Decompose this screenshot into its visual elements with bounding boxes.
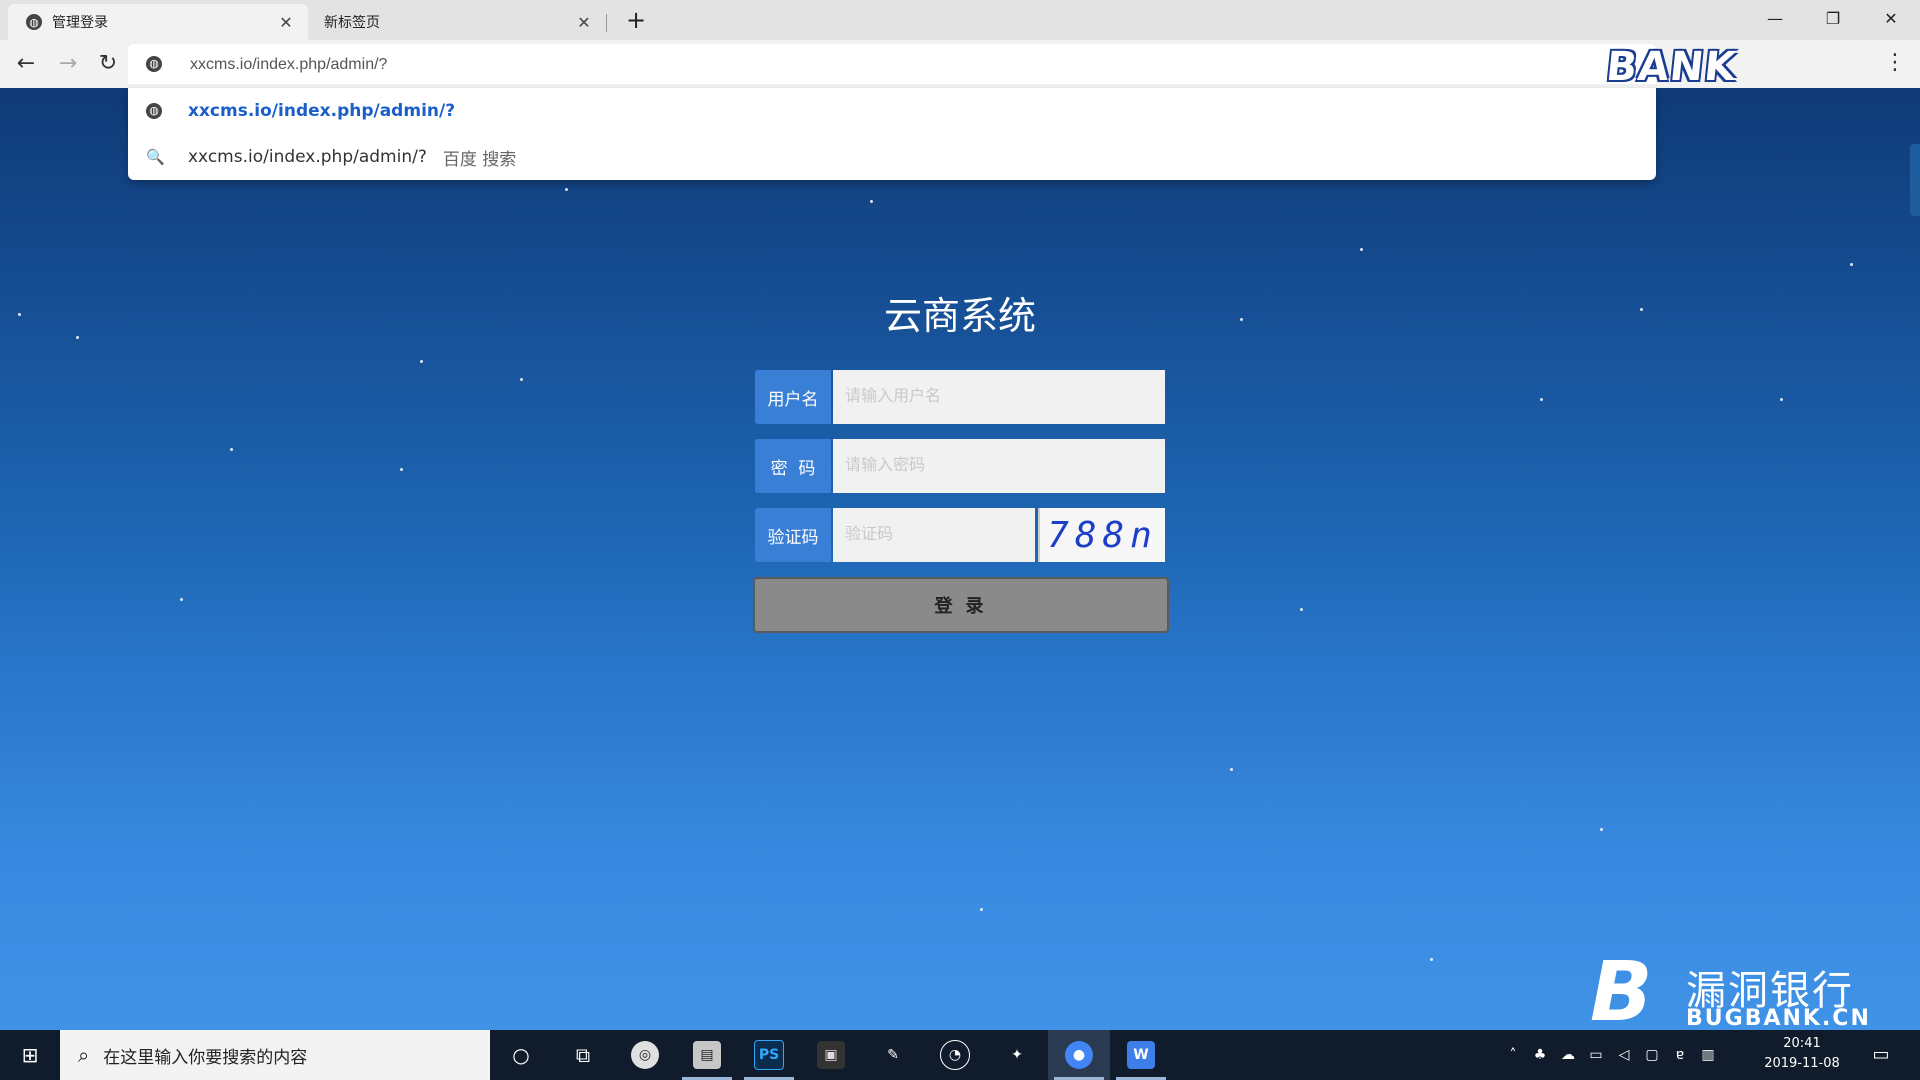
address-input[interactable] bbox=[188, 44, 792, 86]
star bbox=[1600, 828, 1603, 831]
windows-start-icon[interactable]: ⊞ bbox=[0, 1030, 60, 1080]
tab-label: 管理登录 bbox=[52, 15, 108, 31]
captcha-label: 验证码 bbox=[755, 508, 831, 562]
taskbar-search-placeholder: 在这里输入你要搜索的内容 bbox=[103, 1047, 308, 1068]
app-icon-6[interactable]: ✦ bbox=[986, 1030, 1048, 1080]
star bbox=[180, 598, 183, 601]
captcha-image[interactable]: 788n bbox=[1038, 508, 1165, 562]
chevron-up-icon[interactable]: ˄ bbox=[1500, 1047, 1526, 1063]
watermark-top: BANK bbox=[1604, 44, 1739, 90]
bugbank-logo: B bbox=[1590, 945, 1653, 1040]
login-title: 云商系统 bbox=[883, 294, 1036, 338]
tray-misc-icon[interactable]: ▥ bbox=[1694, 1047, 1722, 1063]
star bbox=[870, 200, 873, 203]
forward-icon[interactable]: → bbox=[54, 50, 82, 78]
star bbox=[520, 378, 523, 381]
system-tray: ˄ ♣ ☁ ▭ ◁ ▢ ɐ ▥ bbox=[1500, 1030, 1722, 1080]
globe-icon: ◍ bbox=[146, 56, 162, 72]
app-icon-2[interactable]: ▤ bbox=[676, 1030, 738, 1080]
globe-icon: ◍ bbox=[146, 103, 162, 119]
back-icon[interactable]: ← bbox=[12, 50, 40, 78]
suggestion-url[interactable]: ◍ xxcms.io/index.php/admin/? bbox=[128, 88, 1656, 134]
tab-new-tab[interactable]: 新标签页 ✕ bbox=[310, 4, 606, 40]
globe-icon: ◍ bbox=[26, 14, 42, 30]
suggestion-text: xxcms.io/index.php/admin/? bbox=[188, 147, 427, 167]
photoshop-icon[interactable]: PS bbox=[738, 1030, 800, 1080]
task-view-icon[interactable]: ⧉ bbox=[552, 1030, 614, 1080]
close-tab-icon[interactable]: ✕ bbox=[276, 13, 296, 32]
star bbox=[1540, 398, 1543, 401]
chrome-icon[interactable]: ● bbox=[1048, 1030, 1110, 1080]
browser-tab-bar: ◍ 管理登录 ✕ 新标签页 ✕ + — ❐ ✕ bbox=[0, 0, 1920, 40]
star bbox=[230, 448, 233, 451]
search-icon: 🔍 bbox=[146, 148, 165, 166]
star bbox=[1240, 318, 1243, 321]
cortana-icon[interactable]: ○ bbox=[490, 1030, 552, 1080]
taskbar: ⊞ ⌕ 在这里输入你要搜索的内容 ○ ⧉ ◎ ▤ PS ▣ ✎ ◔ ✦ ● W … bbox=[0, 1030, 1920, 1080]
username-input[interactable] bbox=[833, 370, 1165, 424]
watermark-bottom: B 漏洞银行 BUGBANK.CN bbox=[1590, 945, 1871, 1040]
login-button[interactable]: 登 录 bbox=[753, 577, 1169, 633]
username-row: 用户名 bbox=[755, 370, 1165, 424]
suggestion-text: xxcms.io/index.php/admin/? bbox=[188, 101, 456, 121]
minimize-icon[interactable]: — bbox=[1752, 4, 1798, 34]
volume-icon[interactable]: ◁ bbox=[1610, 1047, 1638, 1063]
captcha-input[interactable] bbox=[833, 508, 1035, 562]
captcha-row: 验证码 788n bbox=[755, 508, 1165, 562]
close-tab-icon[interactable]: ✕ bbox=[574, 13, 594, 32]
star bbox=[1430, 958, 1433, 961]
tab-separator bbox=[606, 14, 607, 32]
address-suggestions: ◍ xxcms.io/index.php/admin/? 🔍 xxcms.io/… bbox=[128, 88, 1656, 180]
reload-icon[interactable]: ↻ bbox=[94, 50, 122, 78]
suggestion-search[interactable]: 🔍 xxcms.io/index.php/admin/? 百度 搜索 bbox=[128, 134, 1656, 180]
star bbox=[1360, 248, 1363, 251]
app-icon-5[interactable]: ◔ bbox=[924, 1030, 986, 1080]
cloud-icon[interactable]: ☁ bbox=[1554, 1047, 1582, 1063]
notification-icon[interactable]: ▭ bbox=[1866, 1040, 1896, 1070]
star bbox=[980, 908, 983, 911]
app-icon-4[interactable]: ✎ bbox=[862, 1030, 924, 1080]
clock-time: 20:41 bbox=[1783, 1036, 1821, 1051]
username-label: 用户名 bbox=[755, 370, 831, 424]
star bbox=[400, 468, 403, 471]
clock-date: 2019-11-08 bbox=[1764, 1056, 1840, 1071]
suggestion-hint: 百度 搜索 bbox=[442, 149, 517, 170]
star bbox=[1850, 263, 1853, 266]
battery-icon[interactable]: ▭ bbox=[1582, 1047, 1610, 1063]
taskbar-search[interactable]: ⌕ 在这里输入你要搜索的内容 bbox=[60, 1030, 490, 1080]
close-window-icon[interactable]: ✕ bbox=[1868, 4, 1914, 34]
network-icon[interactable]: ▢ bbox=[1638, 1047, 1666, 1063]
new-tab-button[interactable]: + bbox=[622, 6, 650, 34]
star bbox=[76, 336, 79, 339]
star bbox=[18, 313, 21, 316]
taskbar-clock[interactable]: 20:41 2019-11-08 bbox=[1752, 1034, 1852, 1074]
password-label: 密 码 bbox=[755, 439, 831, 493]
star bbox=[1640, 308, 1643, 311]
app-icon-1[interactable]: ◎ bbox=[614, 1030, 676, 1080]
restore-icon[interactable]: ❐ bbox=[1810, 4, 1856, 34]
tab-admin-login[interactable]: ◍ 管理登录 ✕ bbox=[8, 4, 308, 40]
star bbox=[420, 360, 423, 363]
tab-label: 新标签页 bbox=[324, 15, 380, 31]
input-method-icon[interactable]: ɐ bbox=[1666, 1047, 1694, 1063]
watermark-en: BUGBANK.CN bbox=[1686, 1006, 1871, 1031]
address-bar[interactable]: ◍ bbox=[128, 44, 1656, 86]
star bbox=[1780, 398, 1783, 401]
password-row: 密 码 bbox=[755, 439, 1165, 493]
star bbox=[1230, 768, 1233, 771]
scrollbar-thumb[interactable] bbox=[1910, 144, 1920, 216]
search-icon: ⌕ bbox=[78, 1043, 90, 1067]
star bbox=[565, 188, 568, 191]
tray-app-icon[interactable]: ♣ bbox=[1526, 1047, 1554, 1063]
password-input[interactable] bbox=[833, 439, 1165, 493]
app-icon-3[interactable]: ▣ bbox=[800, 1030, 862, 1080]
wps-icon[interactable]: W bbox=[1110, 1030, 1172, 1080]
star bbox=[1300, 608, 1303, 611]
